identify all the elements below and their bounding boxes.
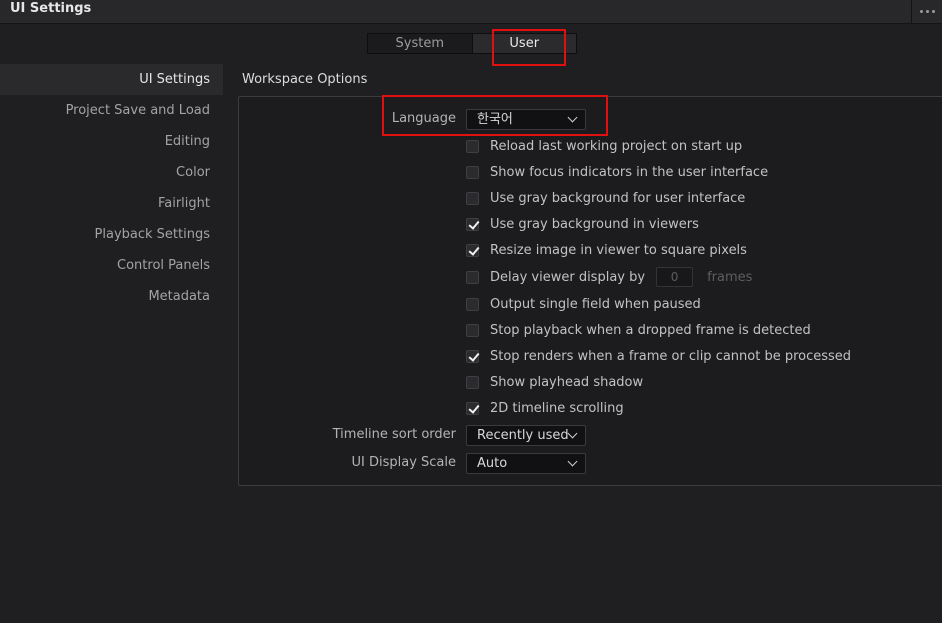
display-scale-select[interactable]: Auto xyxy=(466,453,586,474)
checkbox-gray-ui-background[interactable] xyxy=(466,191,479,205)
option-row: Resize image in viewer to square pixels xyxy=(466,241,747,259)
option-label: Stop renders when a frame or clip cannot… xyxy=(490,348,852,364)
option-row: Delay viewer display by 0 frames xyxy=(466,267,753,287)
option-label: Output single field when paused xyxy=(490,296,701,312)
checkbox-square-pixels[interactable] xyxy=(466,243,479,257)
language-select[interactable]: 한국어 xyxy=(466,109,586,130)
sidebar-item-playback-settings[interactable]: Playback Settings xyxy=(0,219,223,250)
sidebar-item-ui-settings[interactable]: UI Settings xyxy=(0,64,223,95)
option-label: Show playhead shadow xyxy=(490,374,644,390)
section-title: Workspace Options xyxy=(242,72,368,87)
chevron-down-icon xyxy=(567,456,578,467)
settings-tabs: System User xyxy=(367,33,577,54)
sidebar-item-project-save-load[interactable]: Project Save and Load xyxy=(0,95,223,126)
option-label: 2D timeline scrolling xyxy=(490,400,624,416)
more-options-button[interactable] xyxy=(911,0,942,23)
option-row: Output single field when paused xyxy=(466,295,701,313)
chevron-down-icon xyxy=(567,428,578,439)
option-label: Reload last working project on start up xyxy=(490,138,743,154)
language-label: Language xyxy=(391,111,456,126)
sidebar-item-control-panels[interactable]: Control Panels xyxy=(0,250,223,281)
option-label: Use gray background in viewers xyxy=(490,216,699,232)
checkbox-stop-playback-dropped-frame[interactable] xyxy=(466,323,479,337)
sidebar-item-editing[interactable]: Editing xyxy=(0,126,223,157)
checkbox-gray-viewer-background[interactable] xyxy=(466,217,479,231)
option-row: Show focus indicators in the user interf… xyxy=(466,163,768,181)
timeline-sort-label: Timeline sort order xyxy=(332,427,456,442)
more-dots-icon xyxy=(919,10,935,13)
tab-user[interactable]: User xyxy=(471,34,576,53)
checkbox-2d-timeline-scrolling[interactable] xyxy=(466,401,479,415)
timeline-sort-value: Recently used xyxy=(477,428,569,443)
language-value: 한국어 xyxy=(477,112,513,127)
option-row: Use gray background for user interface xyxy=(466,189,745,207)
sidebar: UI Settings Project Save and Load Editin… xyxy=(0,64,223,312)
timeline-sort-select[interactable]: Recently used xyxy=(466,425,586,446)
checkbox-playhead-shadow[interactable] xyxy=(466,375,479,389)
option-row: Stop playback when a dropped frame is de… xyxy=(466,321,811,339)
title-bar: UI Settings xyxy=(0,0,942,24)
tab-system[interactable]: System xyxy=(368,34,472,53)
sidebar-item-metadata[interactable]: Metadata xyxy=(0,281,223,312)
checkbox-stop-renders[interactable] xyxy=(466,349,479,363)
sidebar-item-fairlight[interactable]: Fairlight xyxy=(0,188,223,219)
option-row: 2D timeline scrolling xyxy=(466,399,624,417)
option-label: Use gray background for user interface xyxy=(490,190,746,206)
option-label: Delay viewer display by xyxy=(490,269,646,285)
window-title: UI Settings xyxy=(10,1,92,16)
option-label: Show focus indicators in the user interf… xyxy=(490,164,769,180)
sidebar-item-color[interactable]: Color xyxy=(0,157,223,188)
option-label: Stop playback when a dropped frame is de… xyxy=(490,322,811,338)
delay-frames-input[interactable]: 0 xyxy=(656,267,694,287)
option-row: Stop renders when a frame or clip cannot… xyxy=(466,347,851,365)
option-row: Use gray background in viewers xyxy=(466,215,699,233)
checkbox-show-focus-indicators[interactable] xyxy=(466,165,479,179)
display-scale-label: UI Display Scale xyxy=(351,455,456,470)
option-label: Resize image in viewer to square pixels xyxy=(490,242,747,258)
option-row: Show playhead shadow xyxy=(466,373,643,391)
delay-unit-label: frames xyxy=(707,269,753,285)
checkbox-delay-viewer[interactable] xyxy=(466,270,479,284)
checkbox-reload-last-project[interactable] xyxy=(466,139,479,153)
checkbox-single-field-paused[interactable] xyxy=(466,297,479,311)
chevron-down-icon xyxy=(567,112,578,123)
display-scale-value: Auto xyxy=(477,456,508,471)
option-row: Reload last working project on start up xyxy=(466,137,742,155)
